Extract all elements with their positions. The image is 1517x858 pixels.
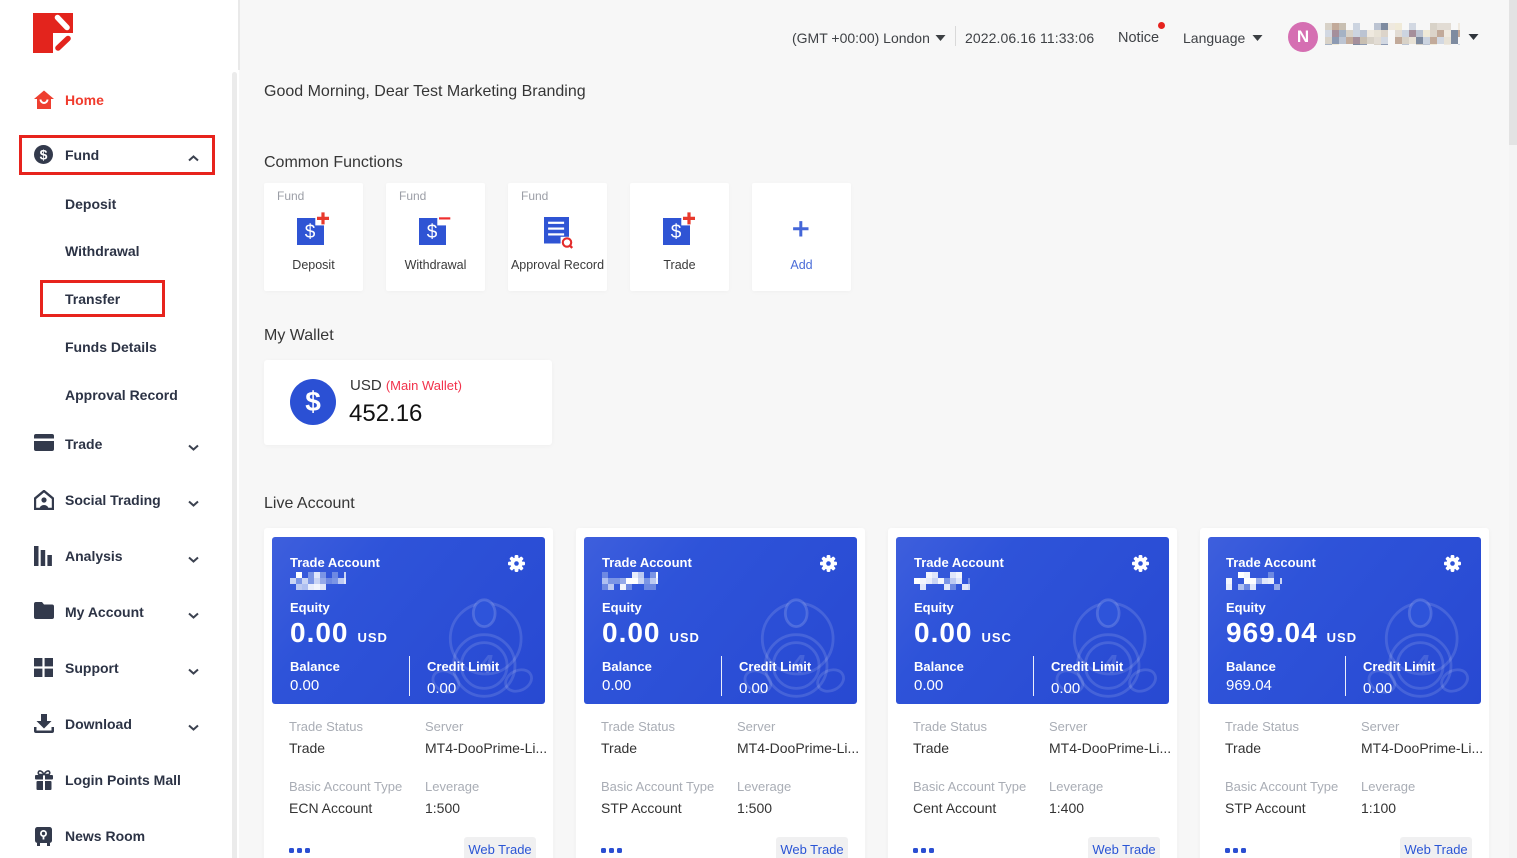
svg-text:4: 4 xyxy=(478,649,494,679)
svg-text:$: $ xyxy=(671,222,682,243)
svg-text:$: $ xyxy=(427,222,438,243)
svg-text:$: $ xyxy=(40,147,48,163)
svg-text:4: 4 xyxy=(1414,649,1430,679)
svg-text:4: 4 xyxy=(790,649,806,679)
svg-text:4: 4 xyxy=(1102,649,1118,679)
svg-text:$: $ xyxy=(305,222,316,243)
